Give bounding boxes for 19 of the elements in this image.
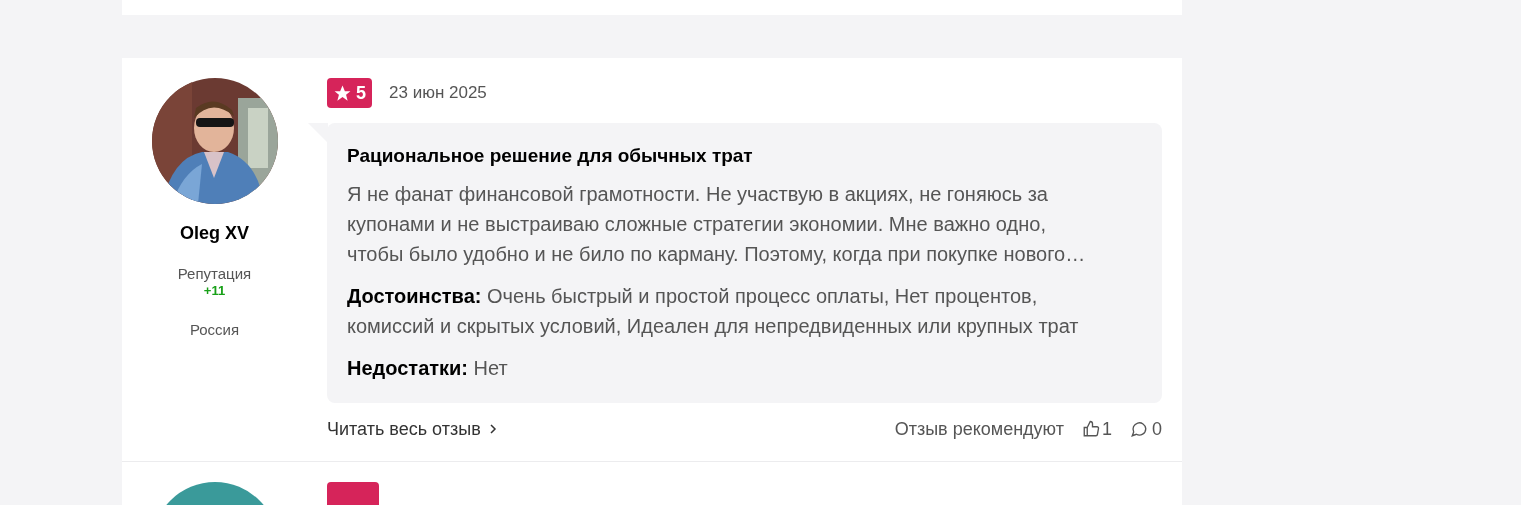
author-country: Россия [189, 320, 240, 340]
chevron-right-icon [488, 423, 497, 435]
review-date: 23 июн 2025 [389, 82, 487, 105]
comments-button[interactable]: 0 [1130, 415, 1162, 443]
recommend-label: Отзыв рекомендуют [894, 417, 1064, 441]
review-title: Рациональное решение для обычных трат [347, 145, 754, 167]
comment-icon [1130, 420, 1148, 438]
like-button[interactable]: 1 [1081, 415, 1112, 443]
thumbs-up-icon [1081, 420, 1100, 438]
author-name[interactable]: Oleg XV [180, 220, 249, 247]
rating-badge [327, 482, 379, 505]
review-text: Я не фанат финансовой грамотности. Не участвую в акциях, не гоняюсь за купонами и не выстраиваю сложные стратегии экономии. Мне важно одно, чтобы было удобно и не било по карману. Поэтому, когда при покупке нового… [347, 182, 1087, 267]
read-more-link[interactable]: Читать весь отзыв [327, 415, 497, 443]
rating-badge: 5 [327, 78, 372, 108]
cons-text: Недостатки: Нет [347, 356, 509, 381]
reputation-label: Репутация [177, 265, 252, 283]
star-icon [333, 83, 352, 103]
reputation-value: +11 [203, 283, 226, 299]
pros-text: Достоинства: Очень быстрый и простой процесс оплаты, Нет процентов, комиссий и скрытых условий, Идеален для непредвиденных или крупных трат [347, 284, 1080, 339]
